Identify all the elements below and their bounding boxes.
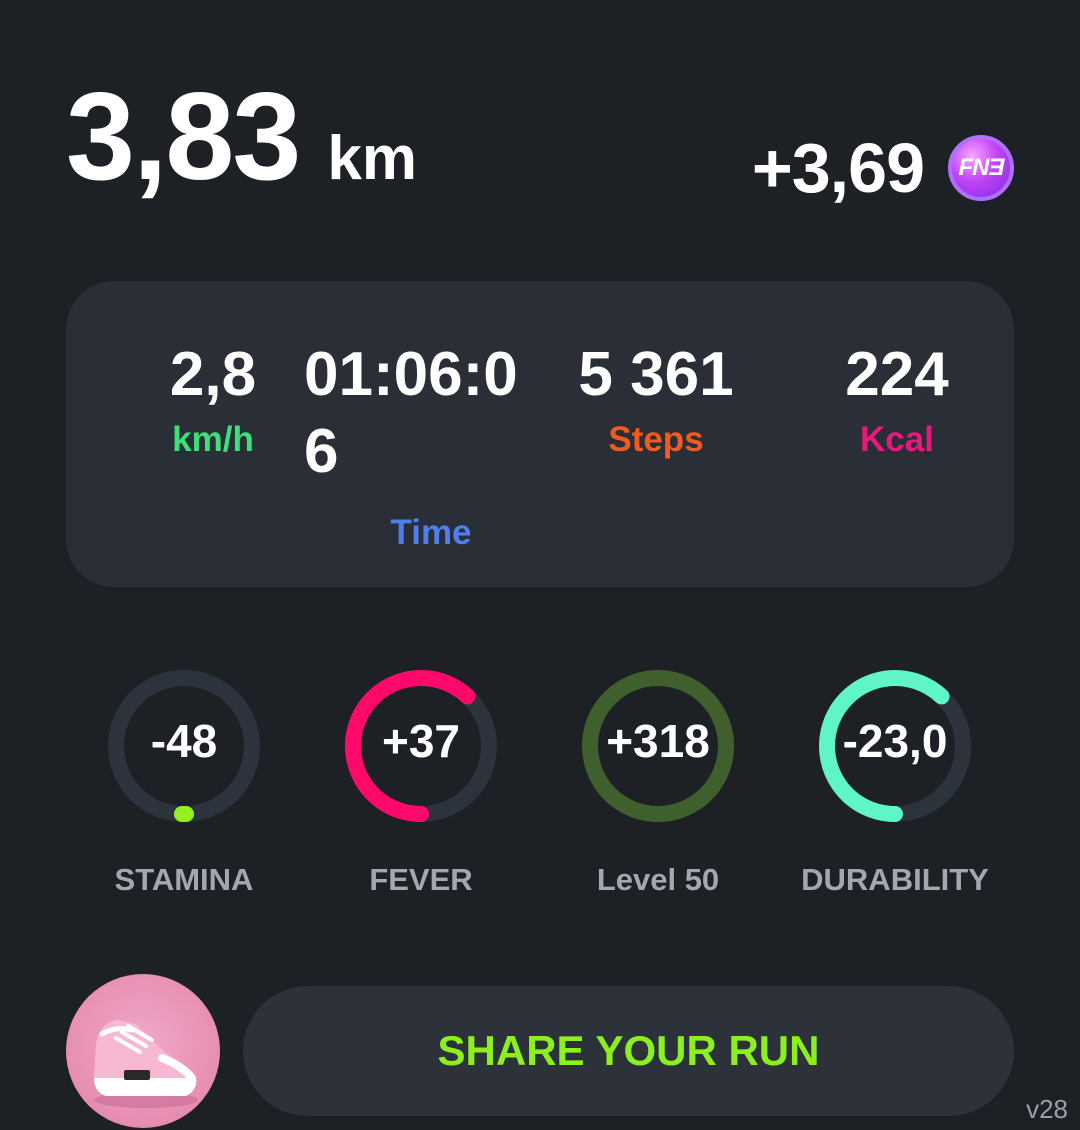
version-label: v28 (1026, 1094, 1068, 1124)
time-stat: 01:06:06 Time (304, 337, 544, 553)
durability-gauge: -23,0 DURABILITY (801, 666, 989, 897)
steps-stat: 5 361 Steps (556, 337, 756, 460)
sneaker-icon (94, 1020, 198, 1108)
distance-display: 3,83 km (66, 66, 417, 208)
time-value: 01:06:06 (304, 340, 518, 486)
level-label: Level 50 (596, 862, 720, 897)
steps-label: Steps (608, 419, 704, 459)
speed-value: 2,8 (169, 340, 257, 409)
time-label: Time (390, 512, 472, 552)
stamina-gauge: -48 STAMINA (104, 666, 264, 897)
reward-display: +3,69 FNƎ (752, 128, 1014, 208)
kcal-label: Kcal (860, 419, 934, 459)
fne-token-icon: FNƎ (948, 135, 1014, 201)
durability-label: DURABILITY (801, 862, 989, 897)
durability-value: -23,0 (842, 715, 948, 767)
kcal-stat: 224 Kcal (812, 337, 982, 460)
level-value: +318 (606, 715, 710, 767)
sneaker-avatar[interactable] (66, 974, 220, 1128)
kcal-value: 224 (845, 340, 949, 409)
stamina-label: STAMINA (114, 862, 254, 897)
distance-value: 3,83 (66, 68, 301, 206)
speed-label: km/h (172, 419, 254, 459)
reward-value: +3,69 (751, 129, 925, 207)
steps-value: 5 361 (578, 340, 734, 409)
fever-value: +37 (381, 715, 461, 767)
level-gauge: +318 Level 50 (578, 666, 738, 897)
run-stats-card: 2,8 km/h 01:06:06 Time 5 361 Steps 224 K… (66, 281, 1014, 587)
share-run-button[interactable]: SHARE YOUR RUN (243, 986, 1014, 1116)
speed-stat: 2,8 km/h (138, 337, 288, 460)
distance-unit: km (327, 124, 417, 193)
fever-gauge: +37 FEVER (341, 666, 501, 897)
fever-label: FEVER (369, 862, 473, 897)
stamina-value: -48 (150, 715, 218, 767)
